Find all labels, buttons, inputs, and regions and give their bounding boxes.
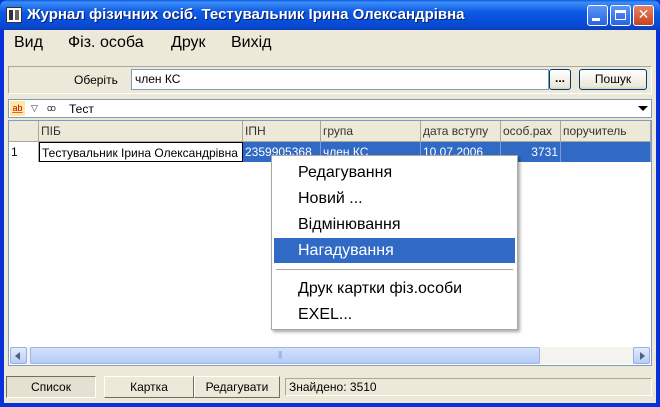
cell-pib[interactable]: Тестувальник Ірина Олександрівна <box>39 142 243 162</box>
menu-item-reminder[interactable]: Нагадування <box>274 238 515 263</box>
glasses-search-icon[interactable]: ꝏ <box>44 101 59 116</box>
table-header: ПІБ ІПН група дата вступу особ.рах поруч… <box>9 121 651 142</box>
window-title: Журнал фізичних осіб. Тестувальник Ірина… <box>27 6 465 23</box>
minimize-icon <box>592 18 600 21</box>
maximize-icon <box>615 10 626 20</box>
row-number: 1 <box>9 142 39 162</box>
filter-bar[interactable]: a̲b̲ ▽ ꝏ Тест <box>8 99 652 118</box>
horizontal-scrollbar[interactable] <box>10 347 650 364</box>
app-icon <box>6 7 22 23</box>
header-pib[interactable]: ПІБ <box>39 121 243 141</box>
header-rownum <box>9 121 39 141</box>
cell-guarantor[interactable] <box>561 142 651 162</box>
header-ipn[interactable]: ІПН <box>243 121 321 141</box>
menu-view[interactable]: Вид <box>14 34 43 52</box>
filter-value: Тест <box>69 102 94 116</box>
menu-print[interactable]: Друк <box>171 34 206 52</box>
title-bar[interactable]: Журнал фізичних осіб. Тестувальник Ірина… <box>0 0 660 30</box>
menu-separator <box>276 269 513 270</box>
status-bar: Список Картка Редагувати Знайдено: 3510 <box>4 374 656 400</box>
header-guarantor[interactable]: поручитель <box>561 121 651 141</box>
context-menu: Редагування Новий ... Відмінювання Нагад… <box>271 155 518 330</box>
found-count: Знайдено: 3510 <box>285 378 652 396</box>
minimize-button[interactable] <box>587 5 608 26</box>
menu-person[interactable]: Фіз. особа <box>68 34 144 52</box>
search-button[interactable]: Пошук <box>579 69 647 90</box>
search-label: Оберіть <box>74 73 118 87</box>
browse-button[interactable]: ... <box>549 69 571 90</box>
menu-exit[interactable]: Вихід <box>231 34 272 52</box>
menu-item-new[interactable]: Новий ... <box>274 186 515 211</box>
close-icon: ✕ <box>637 7 650 23</box>
menu-item-print-card[interactable]: Друк картки фіз.особи <box>274 276 515 301</box>
scroll-thumb[interactable] <box>30 347 540 364</box>
tab-edit[interactable]: Редагувати <box>194 376 280 398</box>
app-window: Журнал фізичних осіб. Тестувальник Ірина… <box>0 0 660 407</box>
scroll-right-icon[interactable] <box>633 347 650 364</box>
sort-az-icon[interactable]: a̲b̲ <box>10 101 25 116</box>
maximize-button[interactable] <box>610 5 631 26</box>
menu-item-excel[interactable]: EXEL... <box>274 302 515 327</box>
tab-list[interactable]: Список <box>6 376 96 398</box>
chevron-down-icon[interactable] <box>635 101 650 116</box>
filter-funnel-icon[interactable]: ▽ <box>27 101 42 116</box>
search-input[interactable]: член КС <box>131 69 549 90</box>
menu-item-edit[interactable]: Редагування <box>274 160 515 185</box>
tab-card[interactable]: Картка <box>104 376 194 398</box>
menu-item-declension[interactable]: Відмінювання <box>274 212 515 237</box>
header-date[interactable]: дата вступу <box>421 121 501 141</box>
menu-bar: Вид Фіз. особа Друк Вихід <box>4 30 656 58</box>
header-group[interactable]: група <box>321 121 421 141</box>
scroll-left-icon[interactable] <box>10 347 27 364</box>
search-panel: Оберіть член КС ... Пошук <box>8 66 652 94</box>
close-button[interactable]: ✕ <box>633 5 654 26</box>
header-account[interactable]: особ.рах <box>501 121 561 141</box>
